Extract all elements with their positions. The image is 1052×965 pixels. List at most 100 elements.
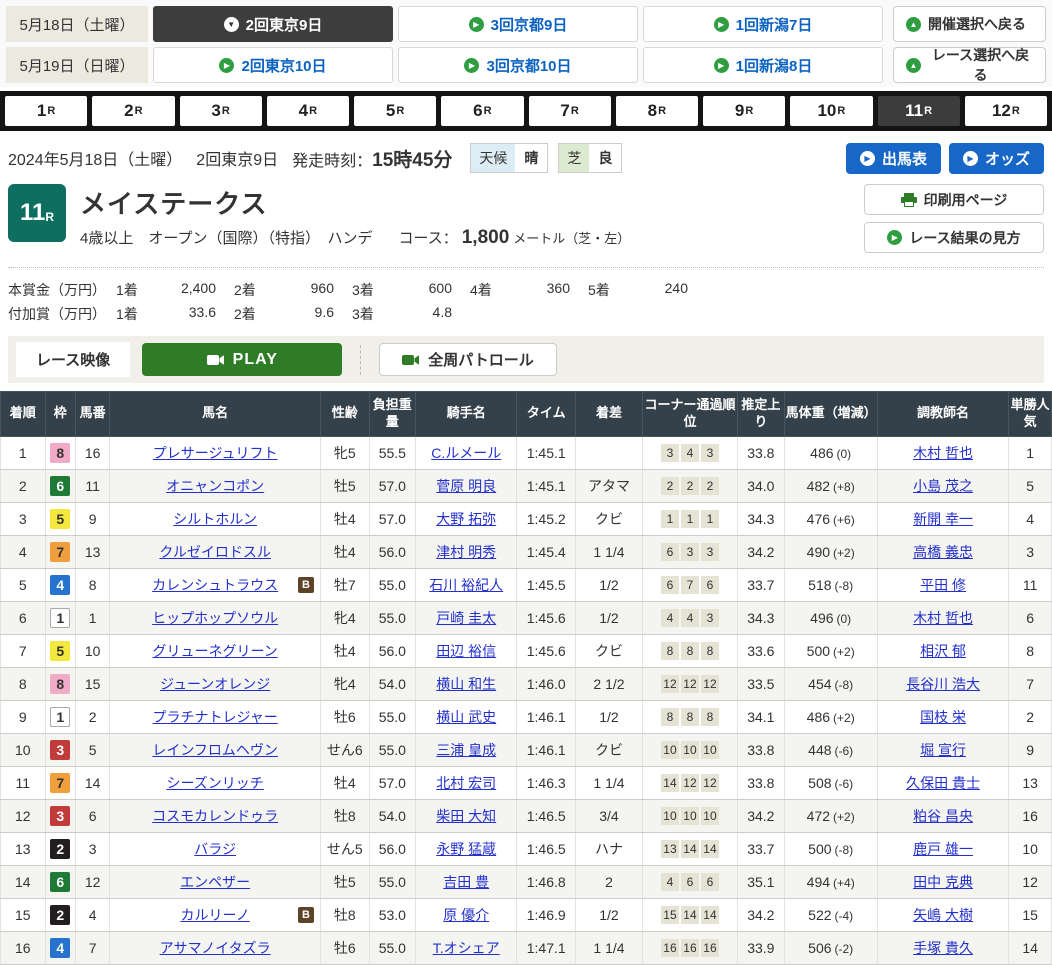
horse-name-link[interactable]: ヒップホップソウル bbox=[152, 610, 278, 626]
jockey-link[interactable]: 原 優介 bbox=[443, 907, 489, 923]
jockey-link[interactable]: 石川 裕紀人 bbox=[429, 577, 503, 593]
race-tab-5r[interactable]: 5R bbox=[354, 96, 436, 126]
horse-name-link[interactable]: プレサージュリフト bbox=[153, 445, 278, 461]
body-weight-diff: (-6) bbox=[835, 744, 854, 758]
jockey-link[interactable]: 津村 明秀 bbox=[436, 544, 496, 560]
margin-cell: アタマ bbox=[576, 469, 643, 502]
trainer-link[interactable]: 国枝 栄 bbox=[920, 709, 966, 725]
horse-name-link[interactable]: カルリーノ bbox=[181, 907, 250, 923]
race-tab-7r[interactable]: 7R bbox=[529, 96, 611, 126]
trainer-link[interactable]: 田中 克典 bbox=[913, 874, 973, 890]
race-tab-12r[interactable]: 12R bbox=[965, 96, 1047, 126]
horse-name-link[interactable]: レインフロムヘヴン bbox=[152, 742, 278, 758]
trainer-link[interactable]: 高橋 義忠 bbox=[913, 544, 973, 560]
back-to-meeting-select-button[interactable]: ▲ 開催選択へ戻る bbox=[893, 6, 1046, 42]
trainer-link[interactable]: 木村 哲也 bbox=[913, 445, 973, 461]
body-weight-cell: 448(-6) bbox=[784, 733, 877, 766]
horse-name-link[interactable]: グリューネグリーン bbox=[152, 643, 277, 659]
race-tab-number: 8 bbox=[648, 101, 657, 121]
horse-name-link[interactable]: バラジ bbox=[194, 841, 236, 857]
trainer-link[interactable]: 平田 修 bbox=[920, 577, 966, 593]
time-cell: 1:46.1 bbox=[517, 733, 576, 766]
last-3f-cell: 34.3 bbox=[738, 601, 785, 634]
play-video-button[interactable]: PLAY bbox=[142, 343, 342, 376]
corner-positions-cell: 121212 bbox=[642, 667, 737, 700]
horse-name-link[interactable]: コスモカレンドゥラ bbox=[152, 808, 278, 824]
horse-name-link[interactable]: ジューンオレンジ bbox=[160, 676, 270, 692]
result-row: 7510グリューネグリーン牡456.0田辺 裕信1:45.6クビ88833.65… bbox=[1, 634, 1052, 667]
course-distance: 1,800 bbox=[462, 227, 510, 249]
venue-button-kyoto10[interactable]: ▶ 3回京都10日 bbox=[398, 47, 638, 83]
popularity-cell: 15 bbox=[1009, 898, 1052, 931]
race-tab-4r[interactable]: 4R bbox=[267, 96, 349, 126]
trainer-link[interactable]: 小島 茂之 bbox=[913, 478, 973, 494]
corner-position: 10 bbox=[681, 807, 699, 825]
horse-name-link[interactable]: シルトホルン bbox=[173, 511, 257, 527]
jockey-link[interactable]: 北村 宏司 bbox=[436, 775, 496, 791]
venue-button-tokyo9[interactable]: ▼ 2回東京9日 bbox=[153, 6, 393, 42]
last-3f-cell: 33.9 bbox=[738, 931, 785, 964]
jockey-link[interactable]: 菅原 明良 bbox=[436, 478, 496, 494]
corner-position: 12 bbox=[681, 675, 699, 693]
popularity-cell: 8 bbox=[1009, 634, 1052, 667]
trainer-link[interactable]: 木村 哲也 bbox=[913, 610, 973, 626]
frame-badge: 6 bbox=[50, 476, 70, 496]
trainer-link[interactable]: 粕谷 昌央 bbox=[913, 808, 973, 824]
jockey-link[interactable]: 吉田 豊 bbox=[443, 874, 489, 890]
race-tab-8r[interactable]: 8R bbox=[616, 96, 698, 126]
jockey-link[interactable]: 横山 和生 bbox=[436, 676, 496, 692]
jockey-link[interactable]: T.オシェア bbox=[433, 940, 500, 956]
horse-name-link[interactable]: エンペザー bbox=[180, 874, 250, 890]
chevron-up-icon: ▲ bbox=[906, 17, 921, 32]
trainer-link[interactable]: 矢嶋 大樹 bbox=[913, 907, 973, 923]
race-tab-10r[interactable]: 10R bbox=[790, 96, 872, 126]
jockey-link[interactable]: C.ルメール bbox=[431, 445, 501, 461]
weather-label: 天候 bbox=[471, 144, 515, 172]
horse-name-cell: クルゼイロドスル bbox=[110, 535, 321, 568]
jockey-link[interactable]: 横山 武史 bbox=[436, 709, 496, 725]
venue-button-niigata7[interactable]: ▶ 1回新潟7日 bbox=[643, 6, 883, 42]
jockey-link[interactable]: 永野 猛蔵 bbox=[436, 841, 496, 857]
jockey-cell: 北村 宏司 bbox=[416, 766, 517, 799]
back-to-race-select-button[interactable]: ▲ レース選択へ戻る bbox=[893, 47, 1046, 83]
jockey-link[interactable]: 戸崎 圭太 bbox=[436, 610, 496, 626]
print-page-button[interactable]: 印刷用ページ bbox=[864, 184, 1044, 215]
results-table: 着順 枠 馬番 馬名 性齢 負担重量 騎手名 タイム 着差 コーナー通過順位 推… bbox=[0, 391, 1052, 965]
horse-name-link[interactable]: アサマノイタズラ bbox=[160, 940, 271, 956]
patrol-video-button[interactable]: 全周パトロール bbox=[379, 343, 556, 376]
corner-position: 4 bbox=[661, 873, 679, 891]
results-guide-button[interactable]: ▶ レース結果の見方 bbox=[864, 222, 1044, 253]
trainer-link[interactable]: 手塚 貴久 bbox=[913, 940, 973, 956]
race-tab-2r[interactable]: 2R bbox=[92, 96, 174, 126]
trainer-cell: 長谷川 浩大 bbox=[877, 667, 1009, 700]
trainer-link[interactable]: 相沢 郁 bbox=[920, 643, 966, 659]
trainer-link[interactable]: 久保田 貴士 bbox=[906, 775, 980, 791]
entries-button[interactable]: ▶ 出馬表 bbox=[846, 143, 941, 174]
odds-button[interactable]: ▶ オッズ bbox=[949, 143, 1044, 174]
jockey-link[interactable]: 三浦 皇成 bbox=[436, 742, 496, 758]
jockey-link[interactable]: 柴田 大知 bbox=[436, 808, 496, 824]
venue-button-kyoto9[interactable]: ▶ 3回京都9日 bbox=[398, 6, 638, 42]
race-tab-11r[interactable]: 11R bbox=[878, 96, 960, 126]
race-tab-9r[interactable]: 9R bbox=[703, 96, 785, 126]
venue-button-niigata8[interactable]: ▶ 1回新潟8日 bbox=[643, 47, 883, 83]
race-tab-3r[interactable]: 3R bbox=[180, 96, 262, 126]
jockey-link[interactable]: 田辺 裕信 bbox=[436, 643, 496, 659]
race-tab-6r[interactable]: 6R bbox=[441, 96, 523, 126]
jockey-link[interactable]: 大野 拓弥 bbox=[436, 511, 496, 527]
race-tab-1r[interactable]: 1R bbox=[5, 96, 87, 126]
jockey-cell: 永野 猛蔵 bbox=[416, 832, 517, 865]
margin-cell: 1/2 bbox=[576, 700, 643, 733]
horse-name-link[interactable]: クルゼイロドスル bbox=[159, 544, 271, 560]
horse-name-link[interactable]: カレンシュトラウス bbox=[152, 577, 278, 593]
trainer-link[interactable]: 鹿戸 雄一 bbox=[913, 841, 973, 857]
trainer-link[interactable]: 長谷川 浩大 bbox=[906, 676, 980, 692]
horse-name-link[interactable]: シーズンリッチ bbox=[166, 775, 263, 791]
trainer-link[interactable]: 堀 宣行 bbox=[920, 742, 966, 758]
trainer-link[interactable]: 新開 幸一 bbox=[913, 511, 973, 527]
venue-button-tokyo10[interactable]: ▶ 2回東京10日 bbox=[153, 47, 393, 83]
prize-amount: 2,400 bbox=[160, 280, 216, 300]
horse-name-link[interactable]: オニャンコポン bbox=[166, 478, 264, 494]
jockey-cell: 原 優介 bbox=[416, 898, 517, 931]
horse-name-link[interactable]: プラチナトレジャー bbox=[152, 709, 277, 725]
